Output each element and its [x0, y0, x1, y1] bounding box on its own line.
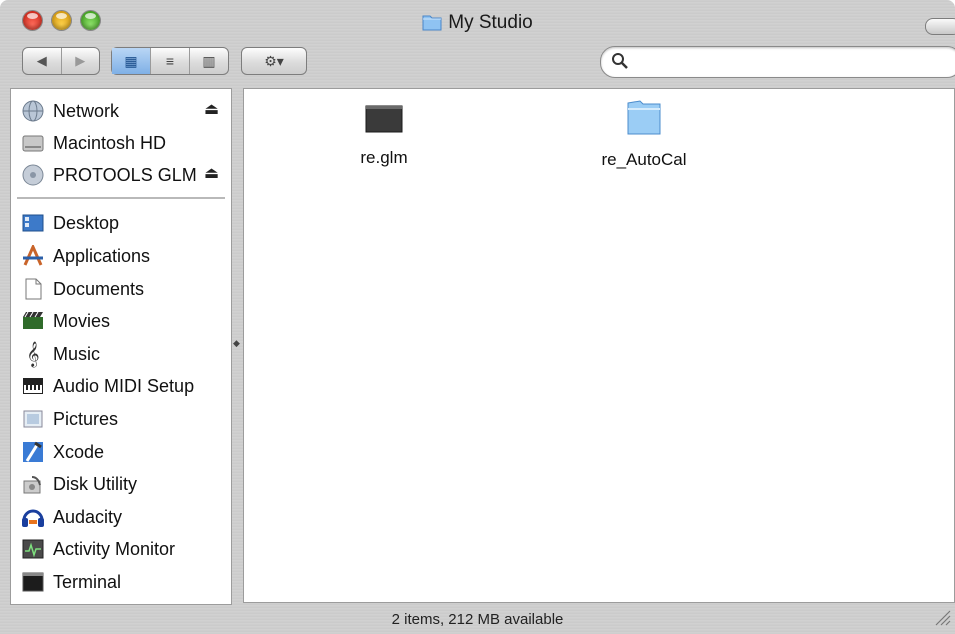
- icon-view-icon: ▦: [124, 52, 138, 69]
- search-icon: [611, 52, 629, 75]
- list-view-button[interactable]: ≡: [150, 48, 189, 74]
- back-arrow-icon: ◀: [36, 53, 47, 68]
- sidebar-splitter[interactable]: ◆: [232, 88, 241, 603]
- sidebar-item-terminal[interactable]: Terminal: [21, 568, 121, 596]
- eject-icon[interactable]: ⏏: [204, 163, 219, 183]
- document-icon: [364, 105, 404, 139]
- folder-item[interactable]: re_AutoCal: [574, 97, 714, 170]
- forward-button[interactable]: ▶: [60, 48, 100, 74]
- file-name: re_AutoCal: [601, 150, 687, 169]
- piano-icon: [21, 375, 45, 397]
- sidebar-divider: [17, 197, 225, 199]
- sidebar-item-macintosh-hd[interactable]: Macintosh HD: [21, 129, 166, 157]
- sidebar-item-network[interactable]: Network: [21, 97, 119, 125]
- sidebar-item-music[interactable]: 𝄞 Music: [21, 340, 100, 368]
- sidebar-item-audio-midi-setup[interactable]: Audio MIDI Setup: [21, 372, 194, 400]
- sidebar-item-pictures[interactable]: Pictures: [21, 405, 118, 433]
- resize-grip-icon[interactable]: [933, 608, 951, 631]
- search-input[interactable]: [635, 51, 939, 73]
- sidebar-item-label: Desktop: [53, 212, 120, 233]
- network-icon: [21, 100, 45, 122]
- sidebar-item-documents[interactable]: Documents: [21, 275, 144, 303]
- sidebar-item-movies[interactable]: Movies: [21, 307, 110, 335]
- sidebar-item-desktop[interactable]: Desktop: [21, 209, 119, 237]
- gear-icon: ⚙▾: [264, 52, 284, 69]
- file-browser-area: re.glm re_AutoCal: [243, 88, 955, 603]
- terminal-icon: [21, 571, 45, 593]
- hard-drive-icon: [21, 132, 45, 154]
- finder-window: My Studio ◀ ▶ ▦ ≡ ▥ ⚙▾ Network ⏏ Macinto…: [0, 0, 955, 634]
- audacity-icon: [21, 506, 45, 528]
- file-name: re.glm: [360, 148, 408, 167]
- action-menu-button[interactable]: ⚙▾: [241, 47, 307, 75]
- sidebar-item-audacity[interactable]: Audacity: [21, 503, 122, 531]
- movies-icon: [21, 310, 45, 332]
- sidebar-item-label: Network: [53, 100, 120, 121]
- eject-icon[interactable]: ⏏: [204, 99, 219, 119]
- back-button[interactable]: ◀: [23, 48, 61, 74]
- forward-arrow-icon: ▶: [75, 53, 86, 68]
- sidebar: Network ⏏ Macintosh HD PROTOOLS GLM ⏏ De…: [10, 88, 232, 605]
- sidebar-item-label: Movies: [53, 310, 111, 331]
- sidebar-item-label: Audacity: [53, 506, 123, 527]
- sidebar-item-label: Terminal: [53, 571, 122, 592]
- title-bar: My Studio: [0, 0, 955, 44]
- sidebar-item-label: Applications: [53, 245, 151, 266]
- view-buttons: ▦ ≡ ▥: [111, 47, 229, 75]
- sidebar-item-applications[interactable]: Applications: [21, 242, 150, 270]
- sidebar-item-label: Music: [53, 343, 101, 364]
- splitter-handle-icon: ◆: [233, 338, 240, 348]
- xcode-icon: [21, 441, 45, 463]
- pictures-icon: [21, 408, 45, 430]
- sidebar-item-activity-monitor[interactable]: Activity Monitor: [21, 535, 175, 563]
- sidebar-item-disk-utility[interactable]: Disk Utility: [21, 470, 137, 498]
- music-icon: 𝄞: [26, 341, 40, 366]
- nav-buttons: ◀ ▶: [22, 47, 100, 75]
- toolbar-toggle-button[interactable]: [925, 18, 955, 35]
- window-title-text: My Studio: [448, 12, 533, 33]
- folder-icon: [422, 13, 442, 37]
- sidebar-item-label: Activity Monitor: [53, 538, 176, 559]
- status-bar: 2 items, 212 MB available: [391, 611, 564, 628]
- sidebar-item-label: Disk Utility: [53, 473, 137, 494]
- activity-monitor-icon: [21, 538, 45, 560]
- sidebar-item-label: Audio MIDI Setup: [53, 375, 195, 396]
- applications-icon: [21, 245, 45, 267]
- folder-icon: [624, 100, 664, 141]
- disk-icon: [21, 164, 45, 186]
- sidebar-item-xcode[interactable]: Xcode: [21, 438, 104, 466]
- sidebar-item-protools-glm[interactable]: PROTOOLS GLM: [21, 161, 197, 189]
- window-title: My Studio: [0, 12, 955, 37]
- sidebar-item-label: Documents: [53, 278, 145, 299]
- sidebar-item-label: Pictures: [53, 408, 119, 429]
- column-view-icon: ▥: [202, 52, 216, 69]
- documents-icon: [21, 278, 45, 300]
- desktop-icon: [21, 212, 45, 234]
- list-view-icon: ≡: [165, 53, 175, 69]
- sidebar-item-label: PROTOOLS GLM: [53, 164, 197, 185]
- icon-view-button[interactable]: ▦: [112, 48, 150, 74]
- sidebar-item-label: Macintosh HD: [53, 132, 167, 153]
- search-field[interactable]: [600, 46, 955, 78]
- disk-utility-icon: [21, 473, 45, 495]
- sidebar-item-label: Xcode: [53, 441, 105, 462]
- file-item[interactable]: re.glm: [314, 101, 454, 168]
- column-view-button[interactable]: ▥: [189, 48, 228, 74]
